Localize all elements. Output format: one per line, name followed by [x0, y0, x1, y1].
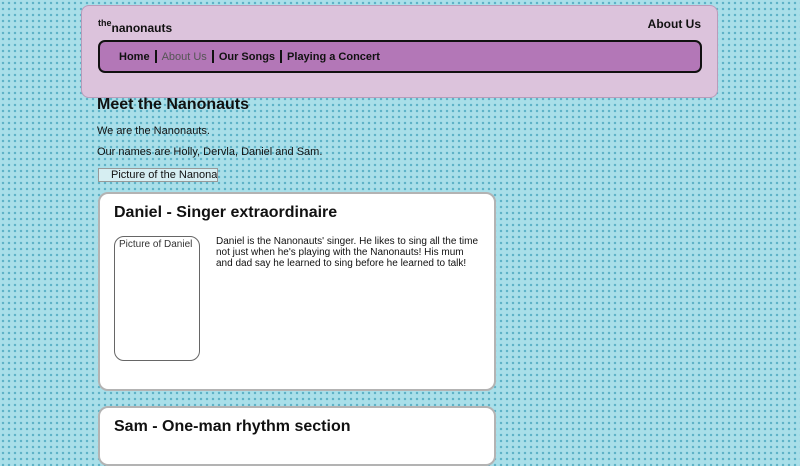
site-logo[interactable]: thenanonauts — [98, 18, 172, 35]
site-header: thenanonauts About Us Home About Us Our … — [81, 5, 718, 98]
member-card-daniel: Daniel - Singer extraordinaire Picture o… — [98, 192, 496, 391]
logo-name: nanonauts — [111, 21, 173, 35]
member-card-sam: Sam - One-man rhythm section — [98, 406, 496, 466]
nav-playing-a-concert[interactable]: Playing a Concert — [282, 51, 385, 63]
nav-home[interactable]: Home — [114, 51, 155, 63]
group-image-broken: Picture of the Nanonauts — [98, 168, 218, 182]
main-nav: Home About Us Our Songs Playing a Concer… — [98, 40, 702, 73]
page-title: Meet the Nanonauts — [97, 96, 250, 113]
names-text: Our names are Holly, Dervla, Daniel and … — [97, 146, 323, 158]
nav-our-songs[interactable]: Our Songs — [214, 51, 280, 63]
intro-text: We are the Nanonauts. — [97, 125, 210, 137]
member-image-broken: Picture of Daniel — [114, 236, 200, 361]
member-card-text: Daniel is the Nanonauts' singer. He like… — [216, 236, 479, 269]
member-card-title: Daniel - Singer extraordinaire — [114, 204, 338, 221]
logo-prefix: the — [98, 18, 112, 28]
nav-about-us[interactable]: About Us — [157, 51, 212, 63]
member-card-title: Sam - One-man rhythm section — [114, 418, 351, 435]
current-page-label: About Us — [647, 17, 701, 31]
